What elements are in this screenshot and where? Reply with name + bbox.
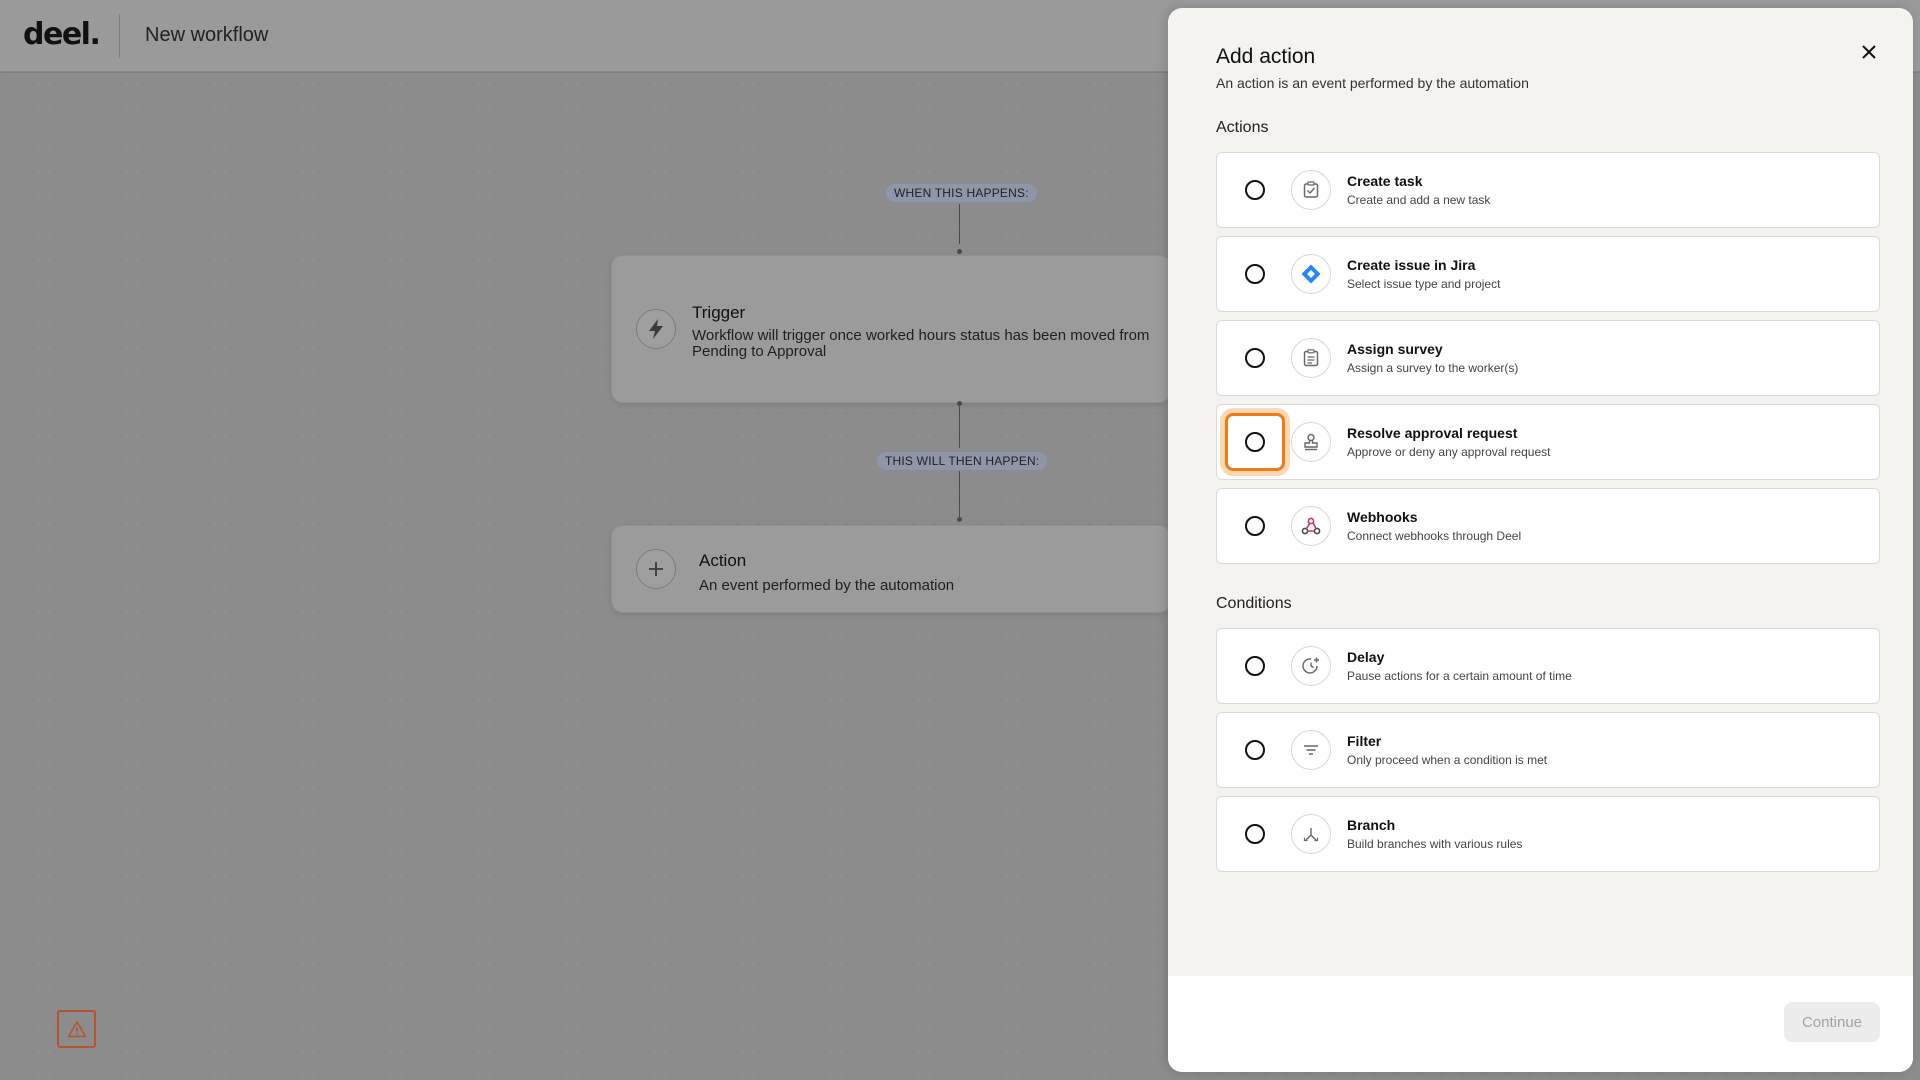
close-button[interactable] xyxy=(1853,36,1885,68)
radio-wrap xyxy=(1225,245,1285,303)
option-assign-survey[interactable]: Assign survey Assign a survey to the wor… xyxy=(1216,320,1880,396)
action-description: An event performed by the automation xyxy=(699,577,955,594)
option-branch[interactable]: Branch Build branches with various rules xyxy=(1216,796,1880,872)
actions-section-label: Actions xyxy=(1216,119,1269,136)
when-label-pill: WHEN THIS HAPPENS: xyxy=(885,183,1038,203)
drawer-footer: Continue xyxy=(1168,976,1913,1072)
conditions-section-label: Conditions xyxy=(1216,595,1292,612)
option-webhooks[interactable]: Webhooks Connect webhooks through Deel xyxy=(1216,488,1880,564)
radio-assign-survey[interactable] xyxy=(1245,348,1265,368)
option-title: Branch xyxy=(1347,817,1396,833)
trigger-description: Workflow will trigger once worked hours … xyxy=(692,327,1150,360)
header-divider xyxy=(119,14,120,58)
option-description: Create and add a new task xyxy=(1347,193,1491,207)
option-description: Approve or deny any approval request xyxy=(1347,445,1551,459)
radio-wrap xyxy=(1225,161,1285,219)
option-delay[interactable]: Delay Pause actions for a certain amount… xyxy=(1216,628,1880,704)
connector-dot xyxy=(957,517,962,522)
branch-icon xyxy=(1291,814,1331,854)
radio-wrap xyxy=(1225,497,1285,555)
trigger-node[interactable]: Trigger Workflow will trigger once worke… xyxy=(611,255,1171,403)
warning-button[interactable] xyxy=(57,1010,96,1048)
option-filter[interactable]: Filter Only proceed when a condition is … xyxy=(1216,712,1880,788)
connector-line xyxy=(959,204,960,244)
plus-icon[interactable] xyxy=(636,549,676,589)
option-description: Build branches with various rules xyxy=(1347,837,1523,851)
filter-icon xyxy=(1291,730,1331,770)
radio-filter[interactable] xyxy=(1245,740,1265,760)
radio-wrap xyxy=(1225,721,1285,779)
deel-logo[interactable]: deel. xyxy=(23,17,101,52)
radio-webhooks[interactable] xyxy=(1245,516,1265,536)
action-node[interactable]: Action An event performed by the automat… xyxy=(611,525,1171,613)
close-icon xyxy=(1862,45,1876,59)
then-label-pill: THIS WILL THEN HAPPEN: xyxy=(876,451,1049,471)
warning-icon xyxy=(67,1021,86,1038)
clock-plus-icon xyxy=(1291,646,1331,686)
continue-button[interactable]: Continue xyxy=(1784,1002,1880,1042)
radio-create-task[interactable] xyxy=(1245,180,1265,200)
option-description: Assign a survey to the worker(s) xyxy=(1347,361,1519,375)
option-title: Filter xyxy=(1347,733,1382,749)
option-title: Assign survey xyxy=(1347,341,1443,357)
drawer-title: Add action xyxy=(1216,45,1316,68)
radio-resolve-approval-request[interactable] xyxy=(1245,432,1265,452)
webhook-icon xyxy=(1291,506,1331,546)
radio-delay[interactable] xyxy=(1245,656,1265,676)
option-title: Resolve approval request xyxy=(1347,425,1518,441)
radio-wrap xyxy=(1225,805,1285,863)
trigger-title: Trigger xyxy=(692,303,746,322)
connector-line xyxy=(959,471,960,517)
task-check-icon xyxy=(1291,170,1331,210)
option-description: Connect webhooks through Deel xyxy=(1347,529,1522,543)
option-title: Delay xyxy=(1347,649,1385,665)
option-description: Select issue type and project xyxy=(1347,277,1501,291)
radio-wrap xyxy=(1225,637,1285,695)
option-create-task[interactable]: Create task Create and add a new task xyxy=(1216,152,1880,228)
add-action-drawer: Add action An action is an event perform… xyxy=(1168,8,1913,1072)
radio-create-jira-issue[interactable] xyxy=(1245,264,1265,284)
connector-dot xyxy=(957,249,962,254)
option-title: Create issue in Jira xyxy=(1347,257,1476,273)
clipboard-icon xyxy=(1291,338,1331,378)
radio-wrap xyxy=(1225,329,1285,387)
option-description: Only proceed when a condition is met xyxy=(1347,753,1548,767)
option-resolve-approval-request[interactable]: Resolve approval request Approve or deny… xyxy=(1216,404,1880,480)
drawer-subtitle: An action is an event performed by the a… xyxy=(1216,75,1529,91)
lightning-icon xyxy=(636,309,676,349)
action-title: Action xyxy=(699,551,747,570)
jira-icon xyxy=(1291,254,1331,294)
option-create-jira-issue[interactable]: Create issue in Jira Select issue type a… xyxy=(1216,236,1880,312)
option-title: Create task xyxy=(1347,173,1423,189)
option-description: Pause actions for a certain amount of ti… xyxy=(1347,669,1572,683)
option-title: Webhooks xyxy=(1347,509,1418,525)
radio-branch[interactable] xyxy=(1245,824,1265,844)
connector-line xyxy=(959,404,960,448)
stamp-icon xyxy=(1291,422,1331,462)
workflow-title: New workflow xyxy=(145,24,269,46)
radio-focus-ring xyxy=(1225,413,1285,471)
